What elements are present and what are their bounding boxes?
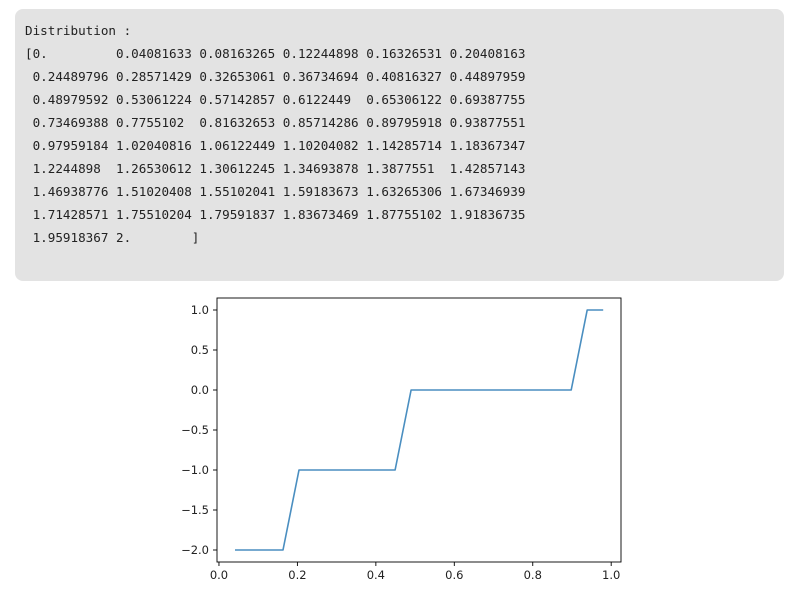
y-tick-label: 1.0 [191, 303, 209, 317]
plot-frame [216, 297, 622, 563]
y-tick-label: 0.5 [191, 343, 209, 357]
y-tick-label: −2.0 [181, 543, 209, 557]
x-tick-label: 0.6 [445, 568, 463, 582]
y-tick-label: −1.5 [181, 503, 209, 517]
x-tick-label: 1.0 [602, 568, 620, 582]
x-tick-label: 0.4 [367, 568, 385, 582]
y-tick-label: −0.5 [181, 423, 209, 437]
x-tick-label: 0.2 [288, 568, 306, 582]
y-tick-label: −1.0 [181, 463, 209, 477]
series-line [235, 309, 604, 551]
x-tick-label: 0.8 [524, 568, 542, 582]
y-tick-label: 0.0 [191, 383, 209, 397]
x-tick-label: 0.0 [210, 568, 228, 582]
step-line-chart: 0.0 0.2 0.4 0.6 0.8 1.0 1.0 0.5 0.0 −0.5 −1.0 −1.5 −… [181, 297, 622, 582]
